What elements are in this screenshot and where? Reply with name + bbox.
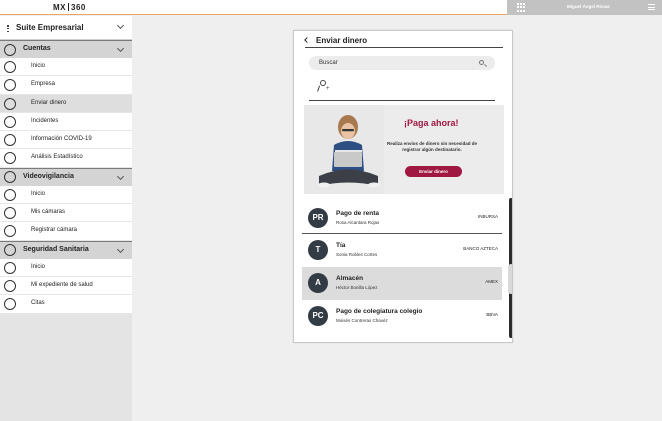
recipient-contact: Héctor Bonilla López (336, 285, 378, 290)
recipient-name: Tía (336, 242, 346, 249)
sidebar-item-analisis[interactable]: Análisis Estadístico (0, 149, 132, 168)
recipient-contact: Sonia Robles Cortes (336, 252, 378, 257)
suite-title: Suite Empresarial (16, 23, 84, 32)
recipient-contact: Rosa Alcantara Rojas (336, 220, 380, 225)
recipient-list: PR Pago de renta Rosa Alcantara Rojas IN… (302, 202, 507, 333)
sidebar-item-incidentes[interactable]: Incidentes (0, 112, 132, 132)
radio-circle-icon (4, 43, 16, 56)
recipient-bank: INBURSA (477, 214, 498, 219)
banner-headline: ¡Paga ahora! (404, 118, 459, 128)
radio-circle-icon (4, 171, 16, 184)
sidebar-group-seguridad-sanitaria[interactable]: Seguridad Sanitaria (0, 240, 132, 259)
sidebar-group-videovigilancia[interactable]: Videovigilancia (0, 167, 132, 186)
kebab-menu-icon[interactable] (7, 25, 9, 32)
recipient-name: Pago de renta (336, 210, 379, 217)
sidebar-item-label: Información COVID-19 (31, 136, 92, 143)
recipient-name: Pago de colegiatura colegio (336, 308, 423, 315)
radio-circle-icon (4, 298, 16, 311)
logo-right-text: 360 (71, 3, 86, 12)
sidebar: Suite Empresarial Cuentas Inicio Empresa… (0, 16, 132, 421)
send-money-panel: Enviar dinero Buscar + ¡Paga ahora! Real… (293, 30, 513, 343)
recipient-row[interactable]: PC Pago de colegiatura colegio Moisés Co… (302, 300, 502, 333)
sidebar-item-enviar-dinero[interactable]: Enviar dinero (0, 94, 132, 113)
banner-subtext: Realiza envíos de dinero sin necesidad d… (386, 141, 478, 152)
add-recipient-icon[interactable]: + (317, 80, 332, 93)
app-logo[interactable]: MX 360 (53, 3, 86, 12)
sidebar-item-label: Mis cámaras (31, 209, 66, 216)
recipient-row[interactable]: A Almacén Héctor Bonilla López AMEX (302, 267, 502, 300)
avatar: A (308, 273, 328, 293)
scrollbar-thumb[interactable] (508, 264, 512, 294)
radio-circle-icon (4, 152, 16, 165)
sidebar-item-label: Inicio (31, 263, 46, 270)
recipient-contact: Moisés Contreras Chavéz (336, 318, 388, 323)
recipient-name: Almacén (336, 275, 364, 282)
sidebar-item-label: Mi expediente de salud (31, 281, 93, 288)
sidebar-item-mis-camaras[interactable]: Mis cámaras (0, 204, 132, 223)
top-bar: MX 360 Miguel Ángel Rosas (0, 0, 662, 15)
chevron-down-icon[interactable] (116, 44, 125, 53)
radio-circle-icon (4, 279, 16, 292)
sidebar-item-label: Incidentes (31, 117, 59, 124)
recipient-bank: BANCO AZTECA (463, 246, 498, 251)
radio-circle-icon (4, 134, 16, 147)
sidebar-item-label: Enviar dinero (31, 99, 67, 106)
woman-with-laptop-illustration (304, 105, 384, 194)
radio-circle-icon (4, 207, 16, 220)
radio-circle-icon (4, 79, 16, 92)
radio-circle-icon (4, 225, 16, 238)
chevron-down-icon[interactable] (116, 172, 125, 180)
sidebar-item-inicio[interactable]: Inicio (0, 58, 132, 77)
radio-circle-icon (4, 244, 16, 257)
promo-banner: ¡Paga ahora! Realiza envíos de dinero si… (304, 105, 504, 194)
radio-circle-icon (4, 61, 16, 73)
user-name[interactable]: Miguel Ángel Rosas (567, 4, 610, 9)
logo-separator (68, 3, 69, 11)
sidebar-group-label: Seguridad Sanitaria (23, 245, 89, 253)
sidebar-item-registrar-camara[interactable]: Registrar cámara (0, 222, 132, 241)
radio-circle-icon (4, 188, 16, 201)
search-input[interactable]: Buscar (319, 60, 338, 66)
search-bar[interactable]: Buscar (309, 56, 495, 70)
sidebar-item-label: Registrar cámara (31, 227, 78, 234)
send-money-button[interactable]: Enviar dinero (405, 166, 462, 177)
recipient-row[interactable]: PR Pago de renta Rosa Alcantara Rojas IN… (302, 202, 502, 235)
radio-circle-icon (4, 97, 16, 110)
title-divider (305, 47, 503, 48)
radio-circle-icon (4, 115, 16, 128)
avatar: PR (308, 208, 328, 228)
radio-circle-icon (4, 261, 16, 274)
sidebar-item-citas[interactable]: Citas (0, 295, 132, 314)
sidebar-item-label: Análisis Estadístico (31, 154, 83, 161)
sidebar-item-label: Inicio (31, 63, 46, 69)
sidebar-item-label: Inicio (31, 190, 46, 197)
user-box: Miguel Ángel Rosas (507, 0, 662, 15)
sidebar-group-label: Cuentas (23, 45, 51, 52)
recipient-row[interactable]: T Tía Sonia Robles Cortes BANCO AZTECA (302, 234, 502, 267)
logo-left-text: MX (53, 3, 66, 12)
avatar: T (308, 240, 328, 260)
sidebar-group-cuentas[interactable]: Cuentas (0, 40, 132, 58)
chevron-down-icon[interactable] (116, 21, 125, 30)
sidebar-item-inicio[interactable]: Inicio (0, 185, 132, 205)
hamburger-menu-icon[interactable] (648, 4, 655, 10)
recipient-bank: AMEX (485, 279, 498, 284)
sidebar-item-covid[interactable]: Información COVID-19 (0, 131, 132, 150)
sidebar-item-inicio[interactable]: Inicio (0, 258, 132, 277)
sidebar-item-label: Citas (31, 300, 45, 307)
apps-grid-icon[interactable] (517, 3, 526, 12)
add-divider (309, 100, 495, 101)
recipient-bank: BBVA (486, 312, 498, 317)
suite-header[interactable]: Suite Empresarial (0, 16, 132, 40)
sidebar-item-expediente-salud[interactable]: Mi expediente de salud (0, 276, 132, 296)
sidebar-item-label: Empresa (31, 81, 56, 88)
page-title: Enviar dinero (316, 36, 368, 45)
search-icon[interactable] (479, 59, 484, 65)
sidebar-group-label: Videovigilancia (23, 172, 74, 180)
avatar: PC (308, 306, 328, 326)
chevron-down-icon[interactable] (116, 245, 125, 253)
back-arrow-icon[interactable] (304, 37, 310, 43)
sidebar-item-empresa[interactable]: Empresa (0, 76, 132, 95)
